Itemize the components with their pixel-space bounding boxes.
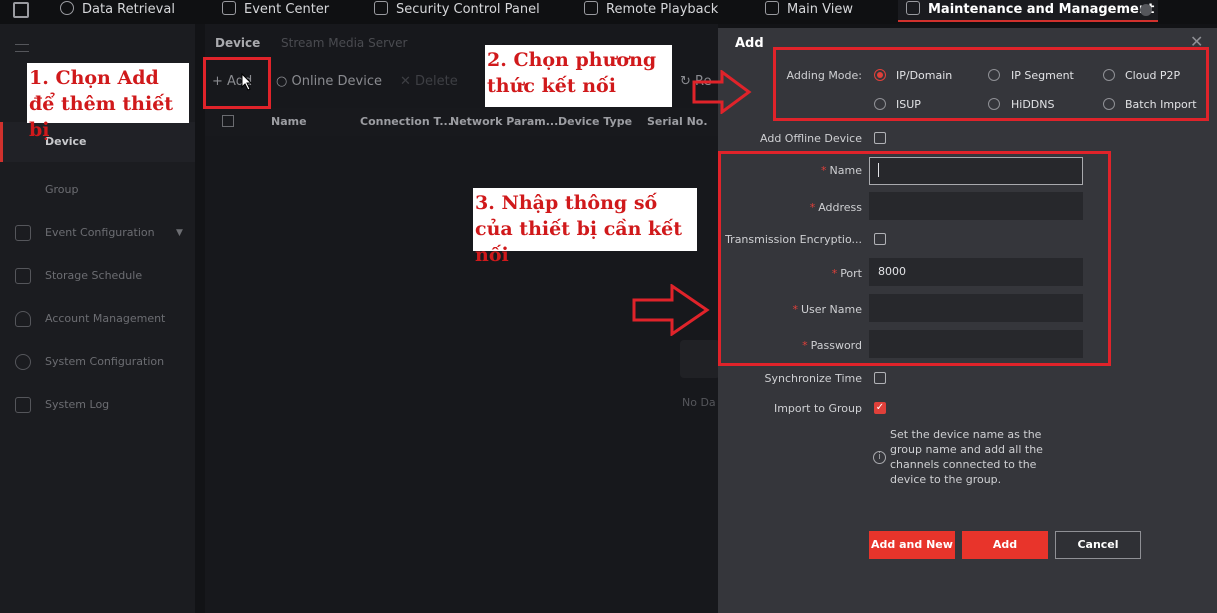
data-retrieval-icon [60, 1, 74, 15]
search-icon: ○ [276, 74, 292, 89]
log-icon [15, 397, 31, 413]
sidebar-item-system-configuration[interactable]: System Configuration [0, 342, 195, 382]
import-group-info: Set the device name as the group name an… [890, 428, 1043, 486]
alarm-icon [374, 1, 388, 15]
tab-remote-playback[interactable]: Remote Playback [584, 0, 718, 22]
column-device-type[interactable]: Device Type [558, 115, 632, 128]
annotation-arrow-icon [692, 70, 752, 114]
gear-icon [15, 354, 31, 370]
dialog-title: Add [735, 36, 764, 51]
camera-icon [765, 1, 779, 15]
tab-main-view[interactable]: Main View [765, 0, 853, 22]
cancel-button[interactable]: Cancel [1055, 531, 1141, 559]
tab-event-center[interactable]: Event Center [222, 0, 329, 22]
hamburger-menu-icon[interactable] [15, 44, 29, 52]
chevron-down-icon: ▼ [176, 228, 183, 238]
maintenance-icon [906, 1, 920, 15]
playback-icon [584, 1, 598, 15]
sidebar-item-account-management[interactable]: Account Management [0, 299, 195, 339]
add-and-new-button[interactable]: Add and New [869, 531, 955, 559]
annotation-step-2: 2. Chọn phương thức kết nối [485, 45, 672, 107]
info-icon: i [873, 451, 886, 464]
tab-security-control-panel[interactable]: Security Control Panel [374, 0, 540, 22]
close-tab-icon[interactable] [1140, 4, 1152, 16]
top-navigation-bar: Data Retrieval Event Center Security Con… [0, 0, 1217, 24]
user-icon [15, 311, 31, 327]
import-to-group-label: Import to Group [773, 402, 862, 415]
sidebar-item-event-configuration[interactable]: Event Configuration ▼ [0, 213, 195, 253]
synchronize-time-label: Synchronize Time [764, 372, 862, 385]
app-grid-icon[interactable] [13, 2, 29, 18]
delete-button[interactable]: ✕ Delete [400, 74, 458, 89]
column-network-parameters[interactable]: Network Param... [450, 115, 558, 128]
add-offline-device-label: Add Offline Device [760, 132, 862, 145]
tab-data-retrieval[interactable]: Data Retrieval [60, 0, 175, 22]
annotation-highlight-add [203, 57, 271, 109]
add-offline-device-checkbox[interactable] [874, 132, 886, 144]
sidebar-item-system-log[interactable]: System Log [0, 385, 195, 425]
annotation-arrow-icon [632, 284, 710, 336]
annotation-highlight-fields [718, 151, 1111, 366]
no-data-icon [680, 340, 720, 378]
select-all-checkbox[interactable] [222, 115, 234, 127]
synchronize-time-checkbox[interactable] [874, 372, 886, 384]
online-device-button[interactable]: ○ Online Device [276, 74, 382, 89]
storage-icon [15, 268, 31, 284]
mouse-cursor-icon [241, 73, 253, 91]
tab-stream-media-server[interactable]: Stream Media Server [281, 36, 407, 50]
column-connection-type[interactable]: Connection T... [360, 115, 452, 128]
annotation-highlight-adding-mode [773, 47, 1209, 121]
tab-maintenance-and-management[interactable]: Maintenance and Management [898, 0, 1158, 22]
sidebar-item-storage-schedule[interactable]: Storage Schedule [0, 256, 195, 296]
no-data-text: No Da [682, 396, 716, 409]
column-serial-no[interactable]: Serial No. [647, 115, 708, 128]
event-config-icon [15, 225, 31, 241]
import-to-group-checkbox[interactable]: ✓ [874, 402, 886, 414]
annotation-step-1: 1. Chọn Add để thêm thiết bị [27, 63, 189, 141]
add-button[interactable]: Add [962, 531, 1048, 559]
sidebar-item-group[interactable]: Group [0, 170, 195, 210]
alarm-icon [222, 1, 236, 15]
annotation-step-3: 3. Nhập thông số của thiết bị cần kết nố… [473, 188, 697, 266]
tab-device[interactable]: Device [215, 36, 260, 50]
column-name[interactable]: Name [271, 115, 307, 128]
close-icon: ✕ [400, 74, 416, 89]
